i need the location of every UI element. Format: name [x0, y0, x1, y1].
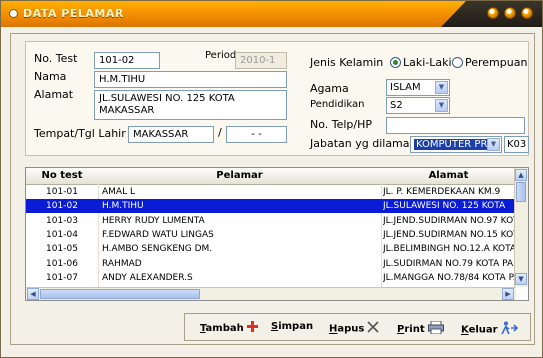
agama-select[interactable]: ISLAM ▼ — [386, 79, 450, 96]
vertical-scrollbar[interactable]: ▲ ▼ — [514, 168, 528, 287]
scroll-left-icon[interactable]: ◀ — [27, 288, 39, 300]
jenis-kelamin-label: Jenis Kelamin — [310, 56, 384, 69]
cell-no-test: 101-04 — [46, 229, 78, 240]
alamat-label: Alamat — [34, 88, 74, 101]
keluar-button[interactable]: Keluar — [461, 321, 519, 338]
table-row[interactable]: 101-03 HERRY RUDY LUMENTA JL.JEND.SUDIRMAN… — [26, 214, 516, 228]
tempat-lahir-field[interactable]: MAKASSAR — [128, 126, 214, 143]
no-test-field[interactable]: 101-02 — [94, 52, 160, 69]
scroll-down-icon[interactable]: ▼ — [515, 273, 527, 285]
window-title: DATA PELAMAR — [23, 7, 124, 20]
gender-laki-label[interactable]: Laki-Laki — [403, 56, 452, 69]
title-bar[interactable]: DATA PELAMAR — [1, 1, 542, 27]
table-row[interactable]: 101-04 F.EDWARD WATU LINGAS JL.JEND.SUDIRM… — [26, 228, 516, 242]
tambah-button[interactable]: Tambah — [200, 321, 258, 335]
telp-field[interactable] — [386, 117, 525, 134]
gender-perempuan-label[interactable]: Perempuan — [465, 56, 527, 69]
horizontal-scrollbar[interactable]: ◀ ▶ — [26, 287, 516, 300]
horizontal-scroll-thumb[interactable] — [40, 289, 200, 299]
cell-no-test: 101-03 — [46, 215, 78, 226]
cell-pelamar: ANDY ALEXANDER.S — [102, 272, 193, 283]
close-icon[interactable] — [521, 7, 533, 19]
cell-no-test: 101-06 — [46, 258, 78, 269]
ttl-label: Tempat/Tgl Lahir — [34, 127, 126, 140]
exit-icon — [500, 321, 519, 338]
cell-alamat: JL.SUDIRMAN NO.79 KOTA PA — [383, 258, 514, 269]
nama-field[interactable]: H.M.TIHU — [94, 71, 287, 88]
vertical-scroll-thumb[interactable] — [516, 182, 526, 202]
cell-alamat: JL.BELIMBINGH NO.12.A KOTA — [383, 244, 516, 255]
cell-alamat: JL.JEND.SUDIRMAN NO.97 KOT — [383, 215, 516, 226]
table-row[interactable]: 101-01 AMAL L JL. P. KEMERDEKAAN KM.9 — [26, 185, 516, 199]
scroll-right-icon[interactable]: ▶ — [502, 288, 514, 300]
plus-icon — [246, 321, 258, 335]
table-row[interactable]: 101-02 H.M.TIHU JL.SULAWESI NO. 125 KOTA — [26, 199, 516, 214]
agama-label: Agama — [310, 82, 349, 95]
cell-alamat: JL.SULAWESI NO. 125 KOTA — [383, 201, 506, 212]
cell-pelamar: H.AMBO SENGKENG DM. — [102, 244, 213, 255]
telp-label: No. Telp/HP — [310, 118, 373, 131]
minimize-icon[interactable] — [487, 7, 499, 19]
simpan-button[interactable]: Simpan — [271, 321, 313, 332]
delete-x-icon — [367, 321, 379, 336]
pendidikan-label: Pendidikan — [310, 99, 365, 110]
chevron-down-icon[interactable]: ▼ — [435, 99, 448, 112]
column-header-alamat[interactable]: Alamat — [381, 170, 516, 181]
window-bullet-icon — [9, 9, 18, 18]
table-row[interactable]: 101-06 RAHMAD JL.SUDIRMAN NO.79 KOTA PA — [26, 257, 516, 271]
cell-pelamar: AMAL L — [102, 187, 135, 197]
jabatan-label: Jabatan yg dilamar — [310, 137, 415, 150]
pendidikan-select[interactable]: S2 ▼ — [386, 97, 450, 114]
chevron-down-icon[interactable]: ▼ — [435, 81, 448, 94]
no-test-label: No. Test — [34, 52, 78, 65]
cell-alamat: JL.MANGGA NO.78/84 KOTA P. — [383, 272, 516, 283]
cell-pelamar: F.EDWARD WATU LINGAS — [102, 229, 214, 240]
cell-no-test: 101-07 — [46, 272, 78, 283]
action-toolbar: Tambah Simpan Hapus Print Keluar — [184, 313, 531, 341]
gender-perempuan-radio[interactable] — [452, 57, 463, 68]
printer-icon — [427, 320, 444, 337]
scroll-up-icon[interactable]: ▲ — [515, 169, 527, 181]
cell-pelamar: HERRY RUDY LUMENTA — [102, 215, 205, 226]
pelamar-table[interactable]: No test Pelamar Alamat 101-01 AMAL L JL. P… — [25, 167, 529, 301]
maximize-icon[interactable] — [504, 7, 516, 19]
table-row[interactable]: 101-05 H.AMBO SENGKENG DM. JL.BELIMBINGH N… — [26, 242, 516, 256]
cell-alamat: JL.JEND.SUDIRMAN NO.15 KOT — [383, 229, 516, 240]
cell-no-test: 101-05 — [46, 244, 78, 255]
print-button[interactable]: Print — [397, 320, 444, 337]
tgl-separator: / — [218, 126, 222, 139]
cell-alamat: JL. P. KEMERDEKAAN KM.9 — [383, 187, 501, 197]
tgl-lahir-field[interactable]: - - — [226, 126, 287, 143]
table-row[interactable]: 101-07 ANDY ALEXANDER.S JL.MANGGA NO.78/84… — [26, 271, 516, 285]
table-header: No test Pelamar Alamat — [26, 168, 516, 185]
gender-laki-radio[interactable] — [390, 57, 401, 68]
column-header-no-test[interactable]: No test — [26, 170, 98, 181]
cell-pelamar: RAHMAD — [102, 258, 142, 269]
chevron-down-icon[interactable]: ▼ — [487, 138, 500, 151]
nama-label: Nama — [34, 70, 67, 83]
alamat-field[interactable]: JL.SULAWESI NO. 125 KOTA MAKASSAR — [94, 90, 287, 120]
cell-no-test: 101-01 — [46, 187, 78, 197]
jabatan-select[interactable]: KOMPUTER PR ▼ — [410, 136, 502, 153]
jabatan-code-field[interactable]: K03 — [504, 136, 529, 153]
periode-field[interactable]: 2010-1 — [235, 52, 287, 69]
cell-pelamar: H.M.TIHU — [102, 201, 144, 212]
column-header-pelamar[interactable]: Pelamar — [98, 170, 381, 181]
cell-no-test: 101-02 — [46, 201, 78, 212]
hapus-button[interactable]: Hapus — [329, 321, 379, 336]
